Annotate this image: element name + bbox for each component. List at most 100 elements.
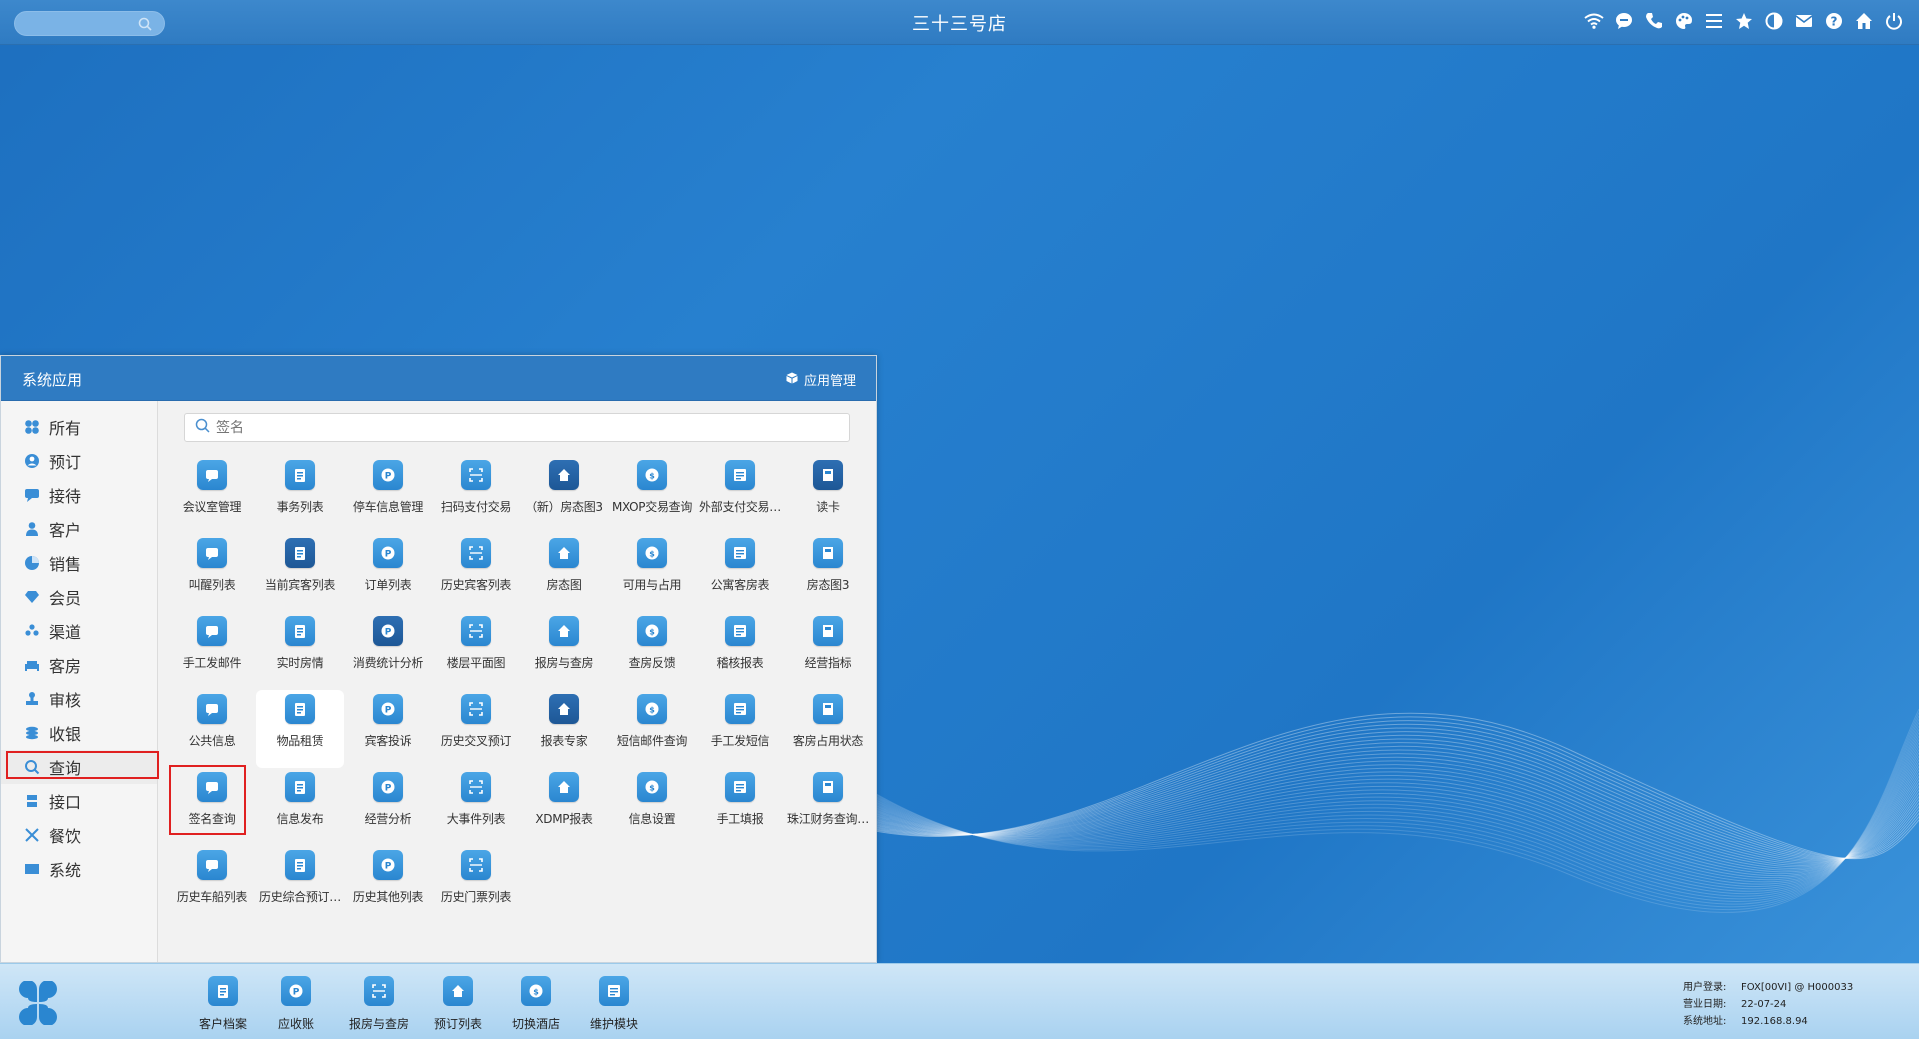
app-tile[interactable]: 外部支付交易… (696, 456, 784, 534)
finance-icon (813, 772, 843, 802)
taskbar-item[interactable]: 预订列表 (434, 976, 482, 1032)
app-tile[interactable]: 房态图3 (784, 534, 872, 612)
calendar-icon (285, 850, 315, 880)
complaint-icon: P (373, 694, 403, 724)
app-tile[interactable]: 报房与查房 (520, 612, 608, 690)
sidebar-item[interactable]: 预订 (1, 444, 157, 478)
sidebar-item[interactable]: 餐饮 (1, 818, 157, 852)
app-tile[interactable]: 大事件列表 (432, 768, 520, 846)
app-tile[interactable]: $ 短信邮件查询 (608, 690, 696, 768)
app-tile[interactable]: 房态图 (520, 534, 608, 612)
app-tile[interactable]: 手工填报 (696, 768, 784, 846)
app-label: 可用与占用 (622, 578, 682, 592)
person-icon (23, 520, 41, 538)
analysis-icon: P (373, 772, 403, 802)
home-icon[interactable] (1853, 10, 1875, 32)
sidebar-item[interactable]: 收银 (1, 716, 157, 750)
mail-icon[interactable] (1793, 10, 1815, 32)
app-tile[interactable]: P 订单列表 (344, 534, 432, 612)
svg-text:P: P (293, 988, 300, 998)
edit-icon: $ (637, 616, 667, 646)
app-tile[interactable]: 公共信息 (168, 690, 256, 768)
taskbar-item[interactable]: P 应收账 (278, 976, 314, 1032)
app-tile[interactable]: 报表专家 (520, 690, 608, 768)
send-icon (285, 772, 315, 802)
app-tile[interactable]: 稽核报表 (696, 612, 784, 690)
sidebar-item[interactable]: 接口 (1, 784, 157, 818)
app-manage-button[interactable]: 应用管理 (786, 370, 856, 389)
app-tile[interactable]: 手工发短信 (696, 690, 784, 768)
app-tile[interactable]: 历史车船列表 (168, 846, 256, 924)
app-tile[interactable]: P 停车信息管理 (344, 456, 432, 534)
sidebar-item[interactable]: 客户 (1, 512, 157, 546)
app-tile[interactable]: $ 可用与占用 (608, 534, 696, 612)
app-tile[interactable]: 历史综合预订… (256, 846, 344, 924)
app-tile[interactable]: 客房占用状态 (784, 690, 872, 768)
sidebar-item[interactable]: 客房 (1, 648, 157, 682)
app-tile[interactable]: 信息发布 (256, 768, 344, 846)
star-icon[interactable] (1733, 10, 1755, 32)
app-tile[interactable]: 历史交叉预订 (432, 690, 520, 768)
sidebar-item[interactable]: 销售 (1, 546, 157, 580)
app-tile[interactable]: 历史宾客列表 (432, 534, 520, 612)
app-tile[interactable]: 手工发邮件 (168, 612, 256, 690)
envelope-icon: $ (637, 694, 667, 724)
app-tile[interactable]: 公寓客房表 (696, 534, 784, 612)
app-tile[interactable]: 签名查询 (168, 768, 256, 846)
palette-icon[interactable] (1673, 10, 1695, 32)
app-label: 手工发短信 (710, 734, 770, 748)
app-tile[interactable]: P 经营分析 (344, 768, 432, 846)
app-tile[interactable]: （新）房态图3 (520, 456, 608, 534)
app-tile[interactable]: 当前宾客列表 (256, 534, 344, 612)
app-label: 历史门票列表 (440, 890, 512, 904)
sidebar-item[interactable]: 系统 (1, 852, 157, 886)
user-circle-icon (23, 452, 41, 470)
sidebar-item[interactable]: 审核 (1, 682, 157, 716)
sidebar-item[interactable]: 渠道 (1, 614, 157, 648)
sidebar-item[interactable]: 查询 (1, 750, 157, 784)
app-tile[interactable]: XDMP报表 (520, 768, 608, 846)
app-tile[interactable]: 扫码支付交易 (432, 456, 520, 534)
app-tile[interactable]: 会议室管理 (168, 456, 256, 534)
taskbar-item[interactable]: $ 切换酒店 (512, 976, 560, 1032)
app-tile[interactable]: $ 信息设置 (608, 768, 696, 846)
app-tile[interactable]: $ MXOP交易查询 (608, 456, 696, 534)
app-tile[interactable]: 楼层平面图 (432, 612, 520, 690)
app-tile[interactable]: 经营指标 (784, 612, 872, 690)
sidebar-item[interactable]: 接待 (1, 478, 157, 512)
contrast-icon[interactable] (1763, 10, 1785, 32)
phone-icon[interactable] (1643, 10, 1665, 32)
exchange-icon: $ (637, 460, 667, 490)
sidebar-item[interactable]: 所有 (1, 410, 157, 444)
app-label: 历史综合预订… (259, 890, 341, 904)
app-tile[interactable]: P 消费统计分析 (344, 612, 432, 690)
app-tile[interactable]: $ 查房反馈 (608, 612, 696, 690)
app-tile[interactable]: P 宾客投诉 (344, 690, 432, 768)
app-search-input[interactable] (216, 419, 849, 436)
app-label: 手工发邮件 (182, 656, 242, 670)
app-tile[interactable]: 珠江财务查询… (784, 768, 872, 846)
sidebar-item[interactable]: 会员 (1, 580, 157, 614)
app-tile[interactable]: 实时房情 (256, 612, 344, 690)
wifi-icon[interactable] (1583, 10, 1605, 32)
app-tile[interactable]: 读卡 (784, 456, 872, 534)
monitor-icon (23, 860, 41, 878)
taskbar-item[interactable]: 报房与查房 (349, 976, 409, 1032)
sidebar-item-label: 会员 (49, 589, 82, 608)
taskbar-item[interactable]: 客户档案 (199, 976, 247, 1032)
app-tile[interactable]: 叫醒列表 (168, 534, 256, 612)
taskbar-item[interactable]: 维护模块 (590, 976, 638, 1032)
chat-icon[interactable] (1613, 10, 1635, 32)
date-label: 营业日期: (1683, 999, 1727, 1010)
app-tile[interactable]: 历史门票列表 (432, 846, 520, 924)
app-search-field[interactable] (184, 413, 850, 442)
app-tile[interactable]: 事务列表 (256, 456, 344, 534)
app-tile[interactable]: 物品租赁 (256, 690, 344, 768)
receivable-icon: P (281, 976, 311, 1006)
power-icon[interactable] (1883, 10, 1905, 32)
category-sidebar: 所有 预订 接待 客户 销售会员渠道 客房 审核 收银 查询 接口 餐饮 系统 (1, 401, 158, 962)
menu-icon[interactable] (1703, 10, 1725, 32)
start-menu-button[interactable] (16, 980, 60, 1026)
app-tile[interactable]: P 历史其他列表 (344, 846, 432, 924)
help-icon[interactable]: ? (1823, 10, 1845, 32)
